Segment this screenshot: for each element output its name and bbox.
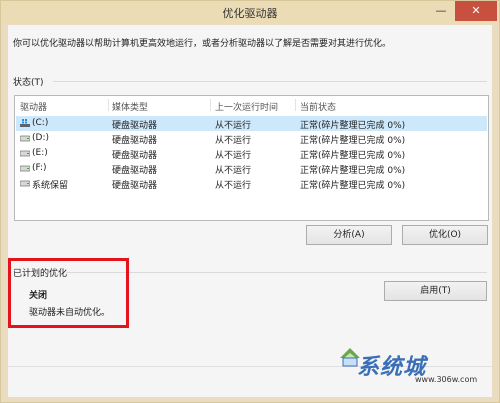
description-text: 你可以优化驱动器以帮助计算机更高效地运行，或者分析驱动器以了解是否需要对其进行优… — [13, 39, 392, 49]
status-divider — [53, 81, 487, 82]
column-header-current-status[interactable]: 当前状态 — [300, 100, 336, 113]
analyze-button[interactable]: 分析(A) — [306, 225, 392, 245]
media-type: 硬盘驱动器 — [112, 181, 158, 191]
optimize-button[interactable]: 优化(O) — [402, 225, 488, 245]
watermark-url: www.306w.com — [415, 375, 478, 384]
column-separator[interactable] — [108, 99, 109, 111]
drive-status: 正常(碎片整理已完成 0%) — [300, 166, 406, 176]
title-bar[interactable]: 优化驱动器 — ✕ — [1, 1, 499, 23]
hard-drive-icon — [20, 165, 30, 172]
drive-status: 正常(碎片整理已完成 0%) — [300, 151, 406, 161]
drive-name: 系统保留 — [32, 181, 69, 191]
drive-row[interactable]: (E:) 硬盘驱动器 从不运行 正常(碎片整理已完成 0%) — [16, 146, 487, 161]
media-type: 硬盘驱动器 — [112, 166, 158, 176]
scheduled-divider — [66, 272, 487, 273]
column-header-drive[interactable]: 驱动器 — [20, 100, 47, 113]
window-title: 优化驱动器 — [222, 7, 278, 20]
drive-name: (F:) — [32, 163, 47, 173]
hard-drive-icon — [20, 135, 30, 142]
drive-name: (E:) — [32, 148, 48, 158]
last-run: 从不运行 — [215, 181, 252, 191]
hard-drive-icon — [20, 150, 30, 157]
hard-drive-icon — [20, 180, 30, 187]
drive-row[interactable]: 系统保留 硬盘驱动器 从不运行 正常(碎片整理已完成 0%) — [16, 176, 487, 191]
drive-list[interactable]: 驱动器 媒体类型 上一次运行时间 当前状态 (C:) 硬盘驱动器 从不运行 正常… — [14, 95, 489, 221]
column-header-media-type[interactable]: 媒体类型 — [112, 100, 148, 113]
drive-name: (C:) — [32, 118, 49, 128]
drive-row[interactable]: (F:) 硬盘驱动器 从不运行 正常(碎片整理已完成 0%) — [16, 161, 487, 176]
enable-button[interactable]: 启用(T) — [384, 281, 487, 301]
last-run: 从不运行 — [215, 151, 252, 161]
minimize-button[interactable]: — — [429, 1, 453, 21]
drive-status: 正常(碎片整理已完成 0%) — [300, 181, 406, 191]
drive-status: 正常(碎片整理已完成 0%) — [300, 136, 406, 146]
column-separator[interactable] — [210, 99, 211, 111]
drive-row[interactable]: (D:) 硬盘驱动器 从不运行 正常(碎片整理已完成 0%) — [16, 131, 487, 146]
client-area: 你可以优化驱动器以帮助计算机更高效地运行，或者分析驱动器以了解是否需要对其进行优… — [8, 25, 492, 397]
media-type: 硬盘驱动器 — [112, 136, 158, 146]
highlight-annotation-box — [8, 258, 129, 328]
optimize-drives-window: 优化驱动器 — ✕ 你可以优化驱动器以帮助计算机更高效地运行，或者分析驱动器以了… — [0, 0, 500, 403]
drive-row[interactable]: (C:) 硬盘驱动器 从不运行 正常(碎片整理已完成 0%) — [16, 116, 487, 131]
column-header-last-run[interactable]: 上一次运行时间 — [215, 100, 278, 113]
last-run: 从不运行 — [215, 136, 252, 146]
column-separator[interactable] — [295, 99, 296, 111]
drive-status: 正常(碎片整理已完成 0%) — [300, 121, 406, 131]
last-run: 从不运行 — [215, 166, 252, 176]
system-drive-icon — [20, 119, 30, 127]
close-button[interactable]: ✕ — [455, 1, 497, 21]
drive-name: (D:) — [32, 133, 49, 143]
status-label: 状态(T) — [13, 78, 44, 88]
media-type: 硬盘驱动器 — [112, 151, 158, 161]
last-run: 从不运行 — [215, 121, 252, 131]
media-type: 硬盘驱动器 — [112, 121, 158, 131]
